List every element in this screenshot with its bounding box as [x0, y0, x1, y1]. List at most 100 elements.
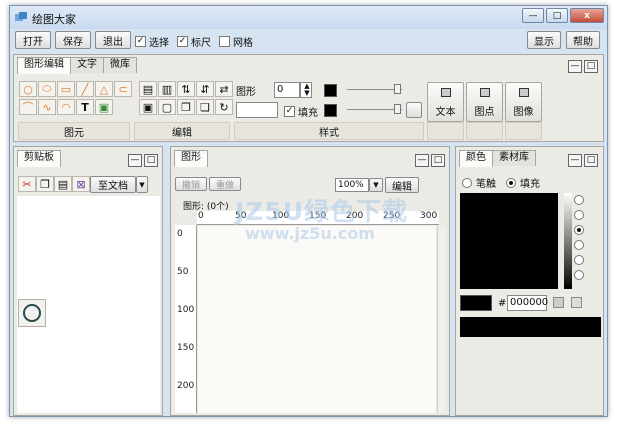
mode-radio-5[interactable] [574, 255, 584, 265]
save-button[interactable]: 保存 [55, 31, 91, 49]
copy-style-icon[interactable]: ❏ [196, 99, 214, 115]
stroke-color-swatch[interactable] [324, 84, 337, 97]
image-insert-button[interactable]: 图像 [505, 82, 542, 122]
polyline-tool-icon[interactable]: ⌒ [19, 99, 37, 115]
flip-icon[interactable]: ⇄ [215, 81, 233, 97]
text-insert-button[interactable]: 文本 [427, 82, 464, 122]
point-insert-button[interactable]: 图点 [466, 82, 503, 122]
drawing-canvas[interactable] [198, 226, 436, 413]
stroke-radio-button[interactable] [462, 177, 472, 188]
clear-icon[interactable]: ⊠ [72, 176, 90, 192]
curve-tool-icon[interactable]: ∿ [38, 99, 56, 115]
ellipse-tool-icon[interactable]: ⬭ [38, 81, 56, 97]
ribbon-minimize-button[interactable]: — [568, 60, 582, 73]
tab-color[interactable]: 颜色 [459, 150, 493, 167]
mode-radio-6[interactable] [574, 270, 584, 280]
copy-icon[interactable]: ❐ [36, 176, 54, 192]
help-button[interactable]: 帮助 [566, 31, 600, 49]
tab-clipboard[interactable]: 剪贴板 [17, 150, 61, 167]
clipboard-restore-button[interactable]: □ [144, 154, 158, 167]
style-more-button[interactable] [406, 102, 422, 118]
color-tabs: 颜色 素材库 [459, 150, 536, 167]
tab-text[interactable]: 文字 [70, 57, 104, 73]
canvas-scrollbar[interactable] [437, 226, 445, 413]
shape-spinner[interactable]: ▲ ▼ [300, 82, 312, 98]
to-document-dropdown[interactable]: ▼ [136, 176, 148, 193]
color-picker-square[interactable] [460, 193, 558, 289]
color-restore-button[interactable]: □ [584, 154, 598, 167]
style-text-field[interactable] [236, 102, 278, 118]
brightness-slider[interactable] [564, 193, 572, 289]
duplicate-icon[interactable]: ❐ [177, 99, 195, 115]
clipboard-item[interactable] [18, 299, 46, 327]
redo-button[interactable]: 重做 [209, 177, 241, 191]
circle-tool-icon[interactable]: ○ [19, 81, 37, 97]
zoom-field[interactable]: 100% [335, 178, 369, 192]
app-logo-icon [15, 12, 27, 21]
paste-icon[interactable]: ▤ [54, 176, 72, 192]
shape-value-field[interactable]: 0 [274, 82, 300, 98]
mode-radio-4[interactable] [574, 240, 584, 250]
rotate-icon[interactable]: ↻ [215, 99, 233, 115]
maximize-button[interactable]: □ [546, 8, 568, 23]
grid-checkbox[interactable]: 网格 [219, 34, 253, 49]
order-icon[interactable]: ⇵ [196, 81, 214, 97]
fill-color-swatch[interactable] [324, 104, 337, 117]
ruler-check-box[interactable]: ✓ [177, 36, 188, 47]
line-tool-icon[interactable]: ╱ [76, 81, 94, 97]
cut-icon[interactable]: ✂ [18, 176, 36, 192]
send-back-icon[interactable]: ▥ [158, 81, 176, 97]
mode-radio-1[interactable] [574, 195, 584, 205]
stroke-width-slider-thumb[interactable] [394, 84, 401, 94]
fill-radio[interactable]: 填充 [506, 175, 540, 190]
title-bar: 绘图大家 — □ x [10, 6, 607, 29]
select-checkbox[interactable]: ✓ 选择 [135, 34, 169, 49]
triangle-tool-icon[interactable]: △ [95, 81, 113, 97]
clipboard-minimize-button[interactable]: — [128, 154, 142, 167]
edit-button[interactable]: 编辑 [385, 177, 419, 193]
hex-color-field[interactable]: 000000 [507, 295, 548, 311]
tab-canvas[interactable]: 图形 [174, 150, 208, 167]
color-minimize-button[interactable]: — [568, 154, 582, 167]
h-tick-300: 300 [420, 211, 438, 221]
image-tool-icon[interactable]: ▣ [95, 99, 113, 115]
close-button[interactable]: x [570, 8, 604, 23]
grid-check-box[interactable] [219, 36, 230, 47]
text-tool-icon[interactable]: T [76, 99, 94, 115]
mode-radio-3[interactable] [574, 225, 584, 235]
mode-radio-2[interactable] [574, 210, 584, 220]
canvas-restore-button[interactable]: □ [431, 154, 445, 167]
canvas-minimize-button[interactable]: — [415, 154, 429, 167]
rectangle-tool-icon[interactable]: ▭ [57, 81, 75, 97]
open-button[interactable]: 打开 [15, 31, 51, 49]
select-check-box[interactable]: ✓ [135, 36, 146, 47]
tab-micro-library[interactable]: 微库 [103, 57, 137, 73]
tab-shape-edit[interactable]: 图形编辑 [17, 57, 71, 74]
ungroup-icon[interactable]: ▢ [158, 99, 176, 115]
undo-button[interactable]: 撤销 [175, 177, 207, 191]
stroke-radio[interactable]: 笔触 [462, 175, 496, 190]
ribbon-restore-button[interactable]: □ [584, 60, 598, 73]
tab-material-library[interactable]: 素材库 [492, 150, 536, 166]
exit-button[interactable]: 退出 [95, 31, 131, 49]
opacity-slider-thumb[interactable] [394, 104, 401, 114]
zoom-dropdown[interactable]: ▼ [369, 178, 383, 192]
fill-radio-button[interactable] [506, 177, 516, 188]
ruler-checkbox[interactable]: ✓ 标尺 [177, 34, 211, 49]
ribbon-tabs: 图形编辑 文字 微库 [17, 57, 137, 74]
align-icon[interactable]: ⇅ [177, 81, 195, 97]
minimize-button[interactable]: — [522, 8, 544, 23]
fill-check-box[interactable]: ✓ [284, 106, 295, 117]
bring-front-icon[interactable]: ▤ [139, 81, 157, 97]
bezier-tool-icon[interactable]: ◠ [57, 99, 75, 115]
hex-prefix: # [498, 298, 507, 309]
recent-colors-bar[interactable] [460, 317, 601, 337]
fill-checkbox[interactable]: ✓ 填充 [284, 104, 318, 119]
color-option-1[interactable] [553, 297, 564, 308]
group-icon[interactable]: ▣ [139, 99, 157, 115]
color-option-2[interactable] [571, 297, 582, 308]
show-button[interactable]: 显示 [527, 31, 561, 49]
arc-tool-icon[interactable]: ⊂ [114, 81, 132, 97]
to-document-button[interactable]: 至文档 [90, 176, 136, 193]
shape-label: 图形 [236, 87, 256, 98]
